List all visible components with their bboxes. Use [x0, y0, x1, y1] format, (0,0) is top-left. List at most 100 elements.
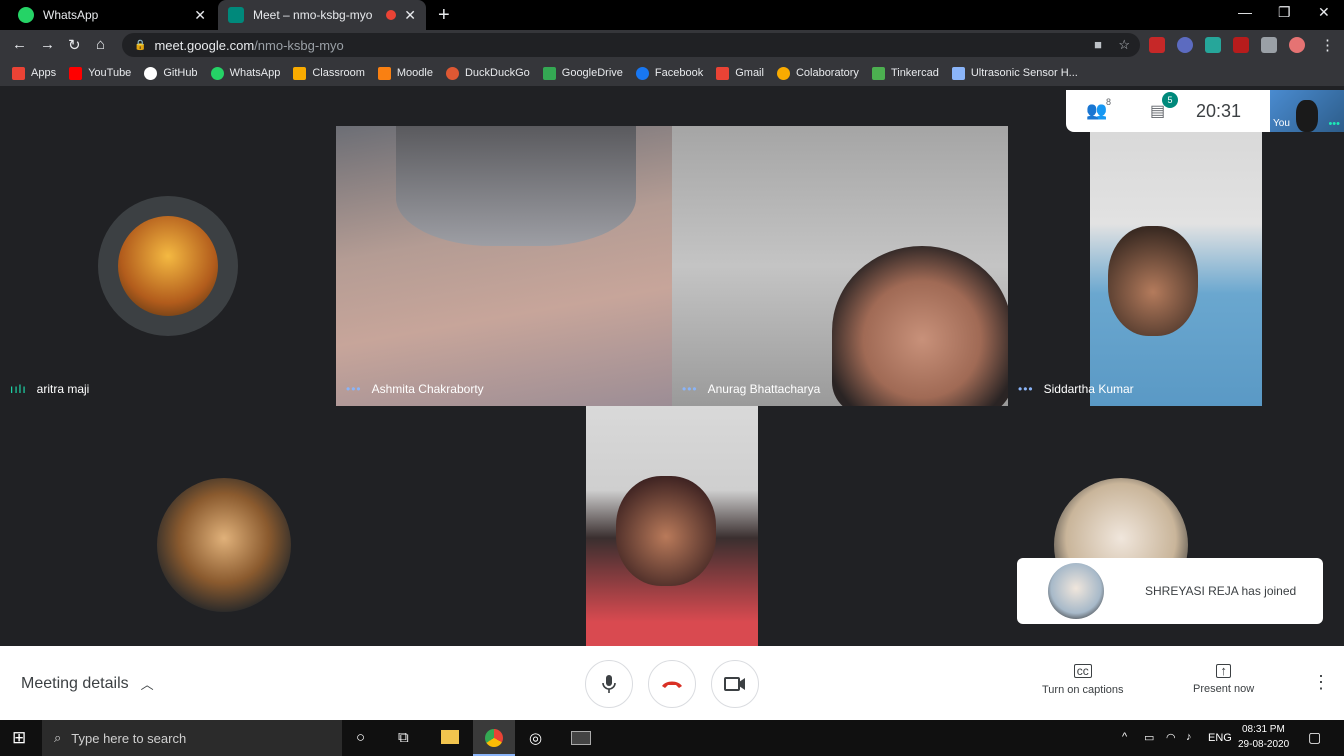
google-meet-icon [228, 7, 244, 23]
bookmark-label: YouTube [88, 67, 132, 79]
home-icon[interactable]: ⌂ [96, 36, 105, 53]
captions-button[interactable]: cc Turn on captions [1042, 664, 1124, 696]
meeting-details-button[interactable]: Meeting details ︿ [21, 674, 154, 693]
maximize-icon[interactable]: ❐ [1278, 4, 1291, 21]
bookmark-classroom[interactable]: Classroom [293, 66, 365, 80]
wifi-icon[interactable]: ◠ [1166, 731, 1176, 744]
url-path: /nmo-ksbg-myo [254, 37, 344, 53]
meeting-controls-bar: Meeting details ︿ cc Turn on captions ↑ … [0, 646, 1344, 720]
taskbar-search-input[interactable]: ⌕ Type here to search [42, 720, 342, 756]
tab-title: Meet – nmo-ksbg-myo [253, 8, 373, 22]
participant-tile-ashmita[interactable]: ••• Ashmita Chakraborty [336, 126, 672, 406]
new-tab-button[interactable]: + [438, 4, 450, 27]
chat-icon: ▤ [1150, 103, 1166, 120]
avatar [118, 216, 218, 316]
close-window-icon[interactable]: ✕ [1318, 4, 1330, 21]
close-tab-icon[interactable]: ✕ [194, 7, 206, 24]
bookmark-googledrive[interactable]: GoogleDrive [542, 66, 623, 80]
present-now-button[interactable]: ↑ Present now [1193, 664, 1254, 695]
bookmark-ultrasonic[interactable]: Ultrasonic Sensor H... [951, 66, 1078, 80]
bookmark-label: GitHub [163, 67, 198, 79]
bookmark-colaboratory[interactable]: Colaboratory [776, 66, 859, 80]
toast-message: SHREYASI REJA has joined [1145, 584, 1297, 598]
bookmark-label: Ultrasonic Sensor H... [970, 67, 1078, 79]
reload-icon[interactable]: ↻ [68, 36, 81, 54]
bookmark-youtube[interactable]: YouTube [69, 66, 132, 80]
more-options-icon[interactable]: ••• [1328, 118, 1340, 130]
bookmark-moodle[interactable]: Moodle [377, 66, 433, 80]
address-bar[interactable]: 🔒 meet.google.com/nmo-ksbg-myo ■ ☆ [122, 33, 1140, 57]
cortana-icon[interactable]: ○ [356, 729, 365, 746]
camera-permission-icon[interactable]: ■ [1094, 37, 1102, 52]
bookmark-label: Tinkercad [890, 67, 939, 79]
participant-name: ••• Siddartha Kumar [1018, 382, 1134, 396]
profile-avatar[interactable] [1289, 37, 1305, 53]
video-feed [616, 476, 716, 586]
clock-date[interactable]: 29-08-2020 [1238, 739, 1289, 750]
ublock-extension-icon[interactable] [1233, 37, 1249, 53]
captions-label: Turn on captions [1042, 684, 1124, 696]
video-camera-icon [724, 677, 745, 691]
microphone-button[interactable] [585, 660, 633, 708]
participant-tile-anurag[interactable]: ••• Anurag Bhattacharya [672, 126, 1008, 406]
windows-start-icon[interactable]: ⊞ [12, 728, 26, 748]
more-options-icon[interactable]: ••• [1018, 382, 1034, 396]
present-screen-icon: ↑ [1216, 664, 1231, 678]
minimize-icon[interactable]: — [1238, 4, 1252, 20]
tab-whatsapp[interactable]: WhatsApp ✕ [8, 0, 216, 30]
language-indicator[interactable]: ENG [1208, 732, 1232, 744]
bookmark-tinkercad[interactable]: Tinkercad [871, 66, 939, 80]
terminal-icon[interactable] [571, 731, 591, 745]
youtube-icon [69, 66, 83, 80]
leave-call-button[interactable] [648, 660, 696, 708]
bookmark-facebook[interactable]: Facebook [635, 66, 703, 80]
participant-tile-aritra[interactable]: ıılı aritra maji [0, 126, 336, 406]
taskbar-chrome[interactable] [473, 720, 515, 756]
forward-icon[interactable]: → [40, 36, 55, 53]
participants-button[interactable]: 👥 8 [1086, 97, 1114, 121]
more-options-icon[interactable]: ••• [346, 382, 362, 396]
participant-name: ••• Anurag Bhattacharya [682, 382, 820, 396]
microphone-icon [602, 675, 616, 693]
self-view-tile[interactable]: You ••• [1270, 90, 1344, 132]
participant-tile-video[interactable] [586, 406, 758, 646]
clock-time[interactable]: 08:31 PM [1242, 724, 1285, 735]
extension-s-icon[interactable] [1205, 37, 1221, 53]
back-icon[interactable]: ← [12, 36, 27, 53]
notifications-icon[interactable]: ▢ [1308, 729, 1321, 746]
task-view-icon[interactable]: ⧉ [398, 729, 409, 746]
participant-tile-avatar[interactable] [0, 406, 448, 646]
chat-button[interactable]: ▤ 5 [1150, 92, 1178, 121]
volume-icon[interactable]: ♪ [1186, 731, 1192, 743]
bookmark-apps[interactable]: Apps [12, 66, 56, 80]
bookmark-label: Classroom [312, 67, 365, 79]
close-tab-icon[interactable]: ✕ [404, 7, 416, 24]
avatar [1048, 563, 1104, 619]
tray-chevron-icon[interactable]: ^ [1122, 731, 1127, 743]
search-placeholder: Type here to search [71, 730, 187, 746]
file-explorer-icon[interactable] [441, 730, 459, 744]
camera-button[interactable] [711, 660, 759, 708]
tab-meet[interactable]: Meet – nmo-ksbg-myo ✕ [218, 0, 426, 30]
extensions-puzzle-icon[interactable] [1261, 37, 1277, 53]
bookmark-label: GoogleDrive [561, 67, 623, 79]
bookmark-label: Gmail [735, 67, 764, 79]
google-drive-icon [542, 66, 556, 80]
video-feed [832, 246, 1008, 406]
more-options-icon[interactable]: ••• [682, 382, 698, 396]
bookmark-github[interactable]: GitHub [144, 66, 198, 80]
bookmark-gmail[interactable]: Gmail [716, 66, 764, 80]
bookmark-star-icon[interactable]: ☆ [1118, 37, 1130, 53]
extension-icon[interactable] [1177, 37, 1193, 53]
bookmark-whatsapp[interactable]: WhatsApp [210, 66, 280, 80]
bookmark-duckduckgo[interactable]: DuckDuckGo [445, 66, 530, 80]
browser-menu-icon[interactable]: ⋮ [1320, 36, 1335, 54]
pdf-extension-icon[interactable] [1149, 37, 1165, 53]
more-options-icon[interactable]: ⋮ [1312, 672, 1330, 693]
participant-tile-siddartha[interactable]: ••• Siddartha Kumar [1008, 126, 1344, 406]
battery-icon[interactable]: ▭ [1144, 731, 1154, 744]
media-player-icon[interactable]: ◎ [529, 729, 542, 747]
instructables-icon [951, 66, 965, 80]
meeting-info-bar: 👥 8 ▤ 5 20:31 [1066, 90, 1270, 132]
hang-up-icon [662, 681, 682, 688]
